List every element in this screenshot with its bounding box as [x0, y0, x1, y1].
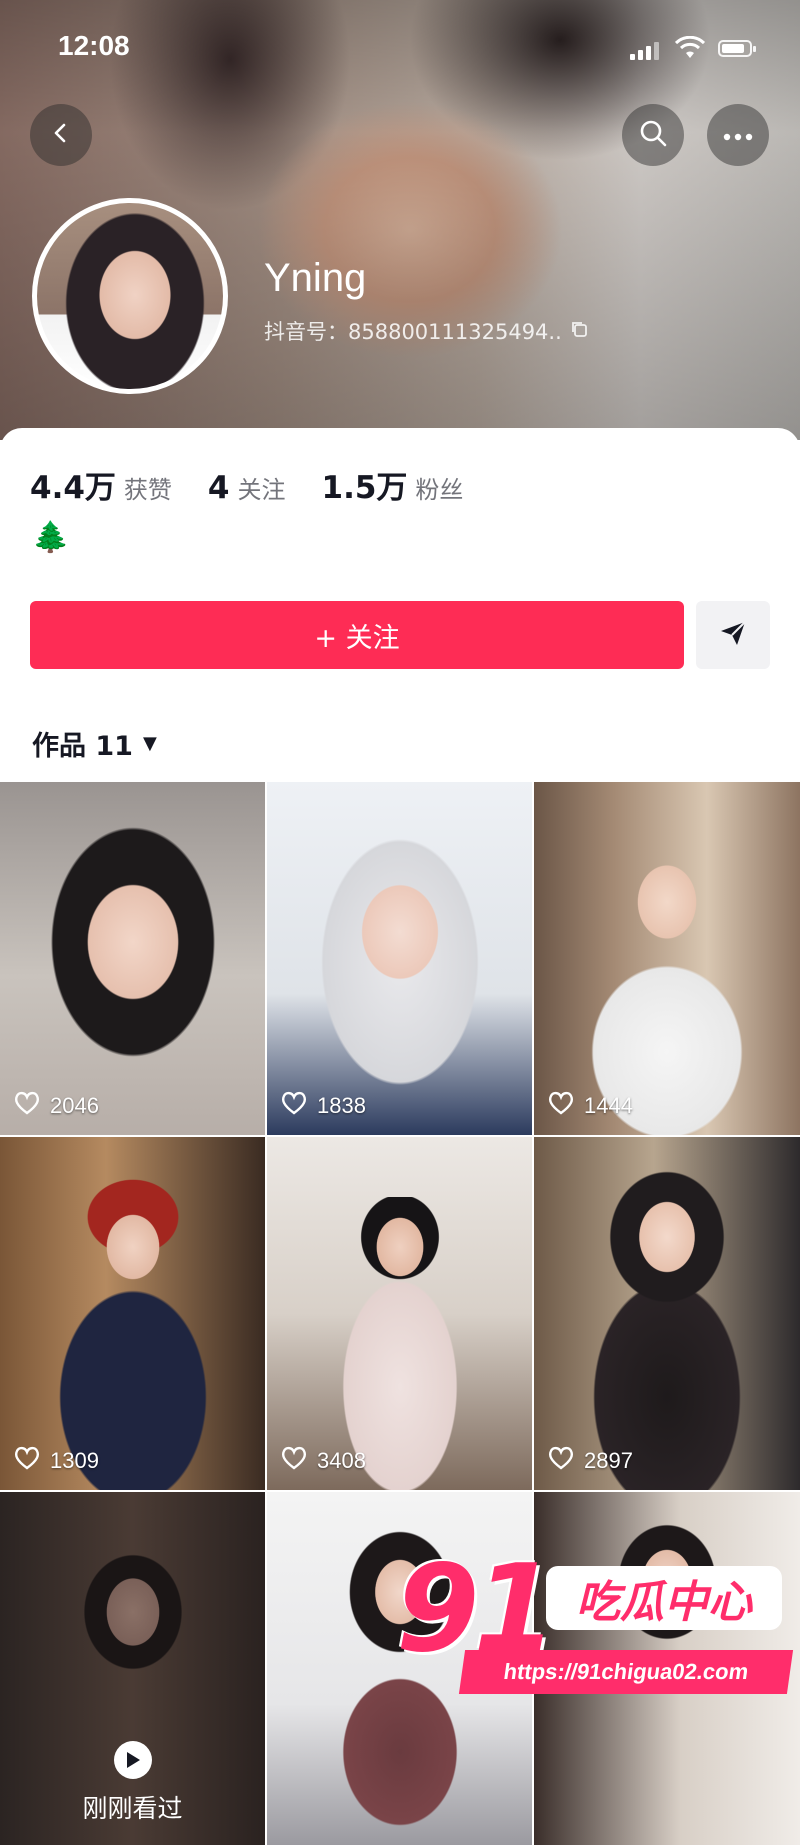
like-count: 2897 [584, 1448, 633, 1473]
heart-icon [281, 1091, 307, 1121]
stat-likes[interactable]: 4.4万 获赞 [30, 462, 172, 507]
works-tab[interactable]: 作品 11 ▼ [32, 724, 157, 763]
like-count: 3408 [317, 1448, 366, 1473]
search-button[interactable] [622, 104, 684, 166]
video-likes: 3408 [281, 1446, 366, 1476]
watermark-title: 吃瓜中心 [546, 1566, 782, 1630]
video-thumbnail [557, 832, 777, 1135]
video-likes: 1444 [548, 1091, 633, 1121]
more-dots-icon [723, 126, 753, 145]
follow-button[interactable]: + 关注 [30, 601, 684, 669]
video-tile[interactable]: 1444 [534, 782, 800, 1135]
caret-down-icon: ▼ [142, 733, 157, 754]
video-likes: 2046 [14, 1091, 99, 1121]
works-tab-label: 作品 11 [32, 731, 133, 762]
stat-value: 1.5万 [321, 470, 408, 506]
recently-watched-label: 刚刚看过 [82, 1794, 183, 1823]
heart-icon [281, 1446, 307, 1476]
cellular-signal-icon [630, 40, 660, 60]
stat-label: 获赞 [123, 476, 172, 504]
like-count: 1309 [50, 1448, 99, 1473]
avatar[interactable] [32, 198, 228, 394]
heart-icon [14, 1446, 40, 1476]
stat-label: 粉丝 [415, 476, 464, 504]
wifi-icon [674, 35, 706, 60]
video-likes: 1838 [281, 1091, 366, 1121]
heart-icon [548, 1446, 574, 1476]
chevron-left-icon [49, 121, 73, 149]
heart-icon [14, 1091, 40, 1121]
stat-following[interactable]: 4 关注 [208, 470, 286, 506]
send-arrow-icon [718, 619, 748, 651]
video-thumbnail [32, 822, 233, 1135]
watermark-url: https://91chigua02.com [458, 1650, 794, 1694]
more-options-button[interactable] [707, 104, 769, 166]
stat-value: 4.4万 [30, 470, 116, 506]
stat-label: 关注 [237, 476, 286, 504]
video-likes: 2897 [548, 1446, 633, 1476]
video-thumbnail [294, 822, 505, 1135]
recently-watched-overlay: 刚刚看过 [0, 1705, 265, 1845]
status-time: 12:08 [58, 30, 130, 61]
play-icon [113, 1741, 152, 1779]
copy-icon[interactable] [570, 319, 588, 343]
video-thumbnail [32, 1167, 233, 1490]
username: Yning [264, 256, 367, 300]
watermark-logo: 91 吃瓜中心 https://91chigua02.com [396, 1536, 796, 1726]
search-icon [638, 118, 668, 152]
battery-icon [718, 40, 756, 57]
video-tile[interactable]: 1838 [267, 782, 532, 1135]
video-tile[interactable]: 刚刚看过 [0, 1492, 265, 1845]
video-thumbnail [562, 1167, 772, 1490]
profile-signature: 🌲 [32, 520, 70, 555]
video-tile[interactable]: 2897 [534, 1137, 800, 1490]
stat-followers[interactable]: 1.5万 粉丝 [322, 462, 464, 507]
video-likes: 1309 [14, 1446, 99, 1476]
heart-icon [548, 1091, 574, 1121]
back-button[interactable] [30, 104, 92, 166]
video-tile[interactable]: 3408 [267, 1137, 532, 1490]
share-button[interactable] [696, 601, 770, 669]
status-bar: 12:08 [0, 0, 800, 96]
douyin-id[interactable]: 抖音号：858800111325494.. [264, 316, 588, 346]
profile-stats: 4.4万 获赞 4 关注 1.5万 粉丝 [30, 462, 463, 507]
video-tile[interactable]: 1309 [0, 1137, 265, 1490]
like-count: 1838 [317, 1093, 366, 1118]
video-tile[interactable]: 2046 [0, 782, 265, 1135]
like-count: 1444 [584, 1093, 633, 1118]
douyin-id-text: 抖音号：858800111325494.. [264, 320, 562, 344]
stat-value: 4 [207, 470, 230, 506]
like-count: 2046 [50, 1093, 99, 1118]
